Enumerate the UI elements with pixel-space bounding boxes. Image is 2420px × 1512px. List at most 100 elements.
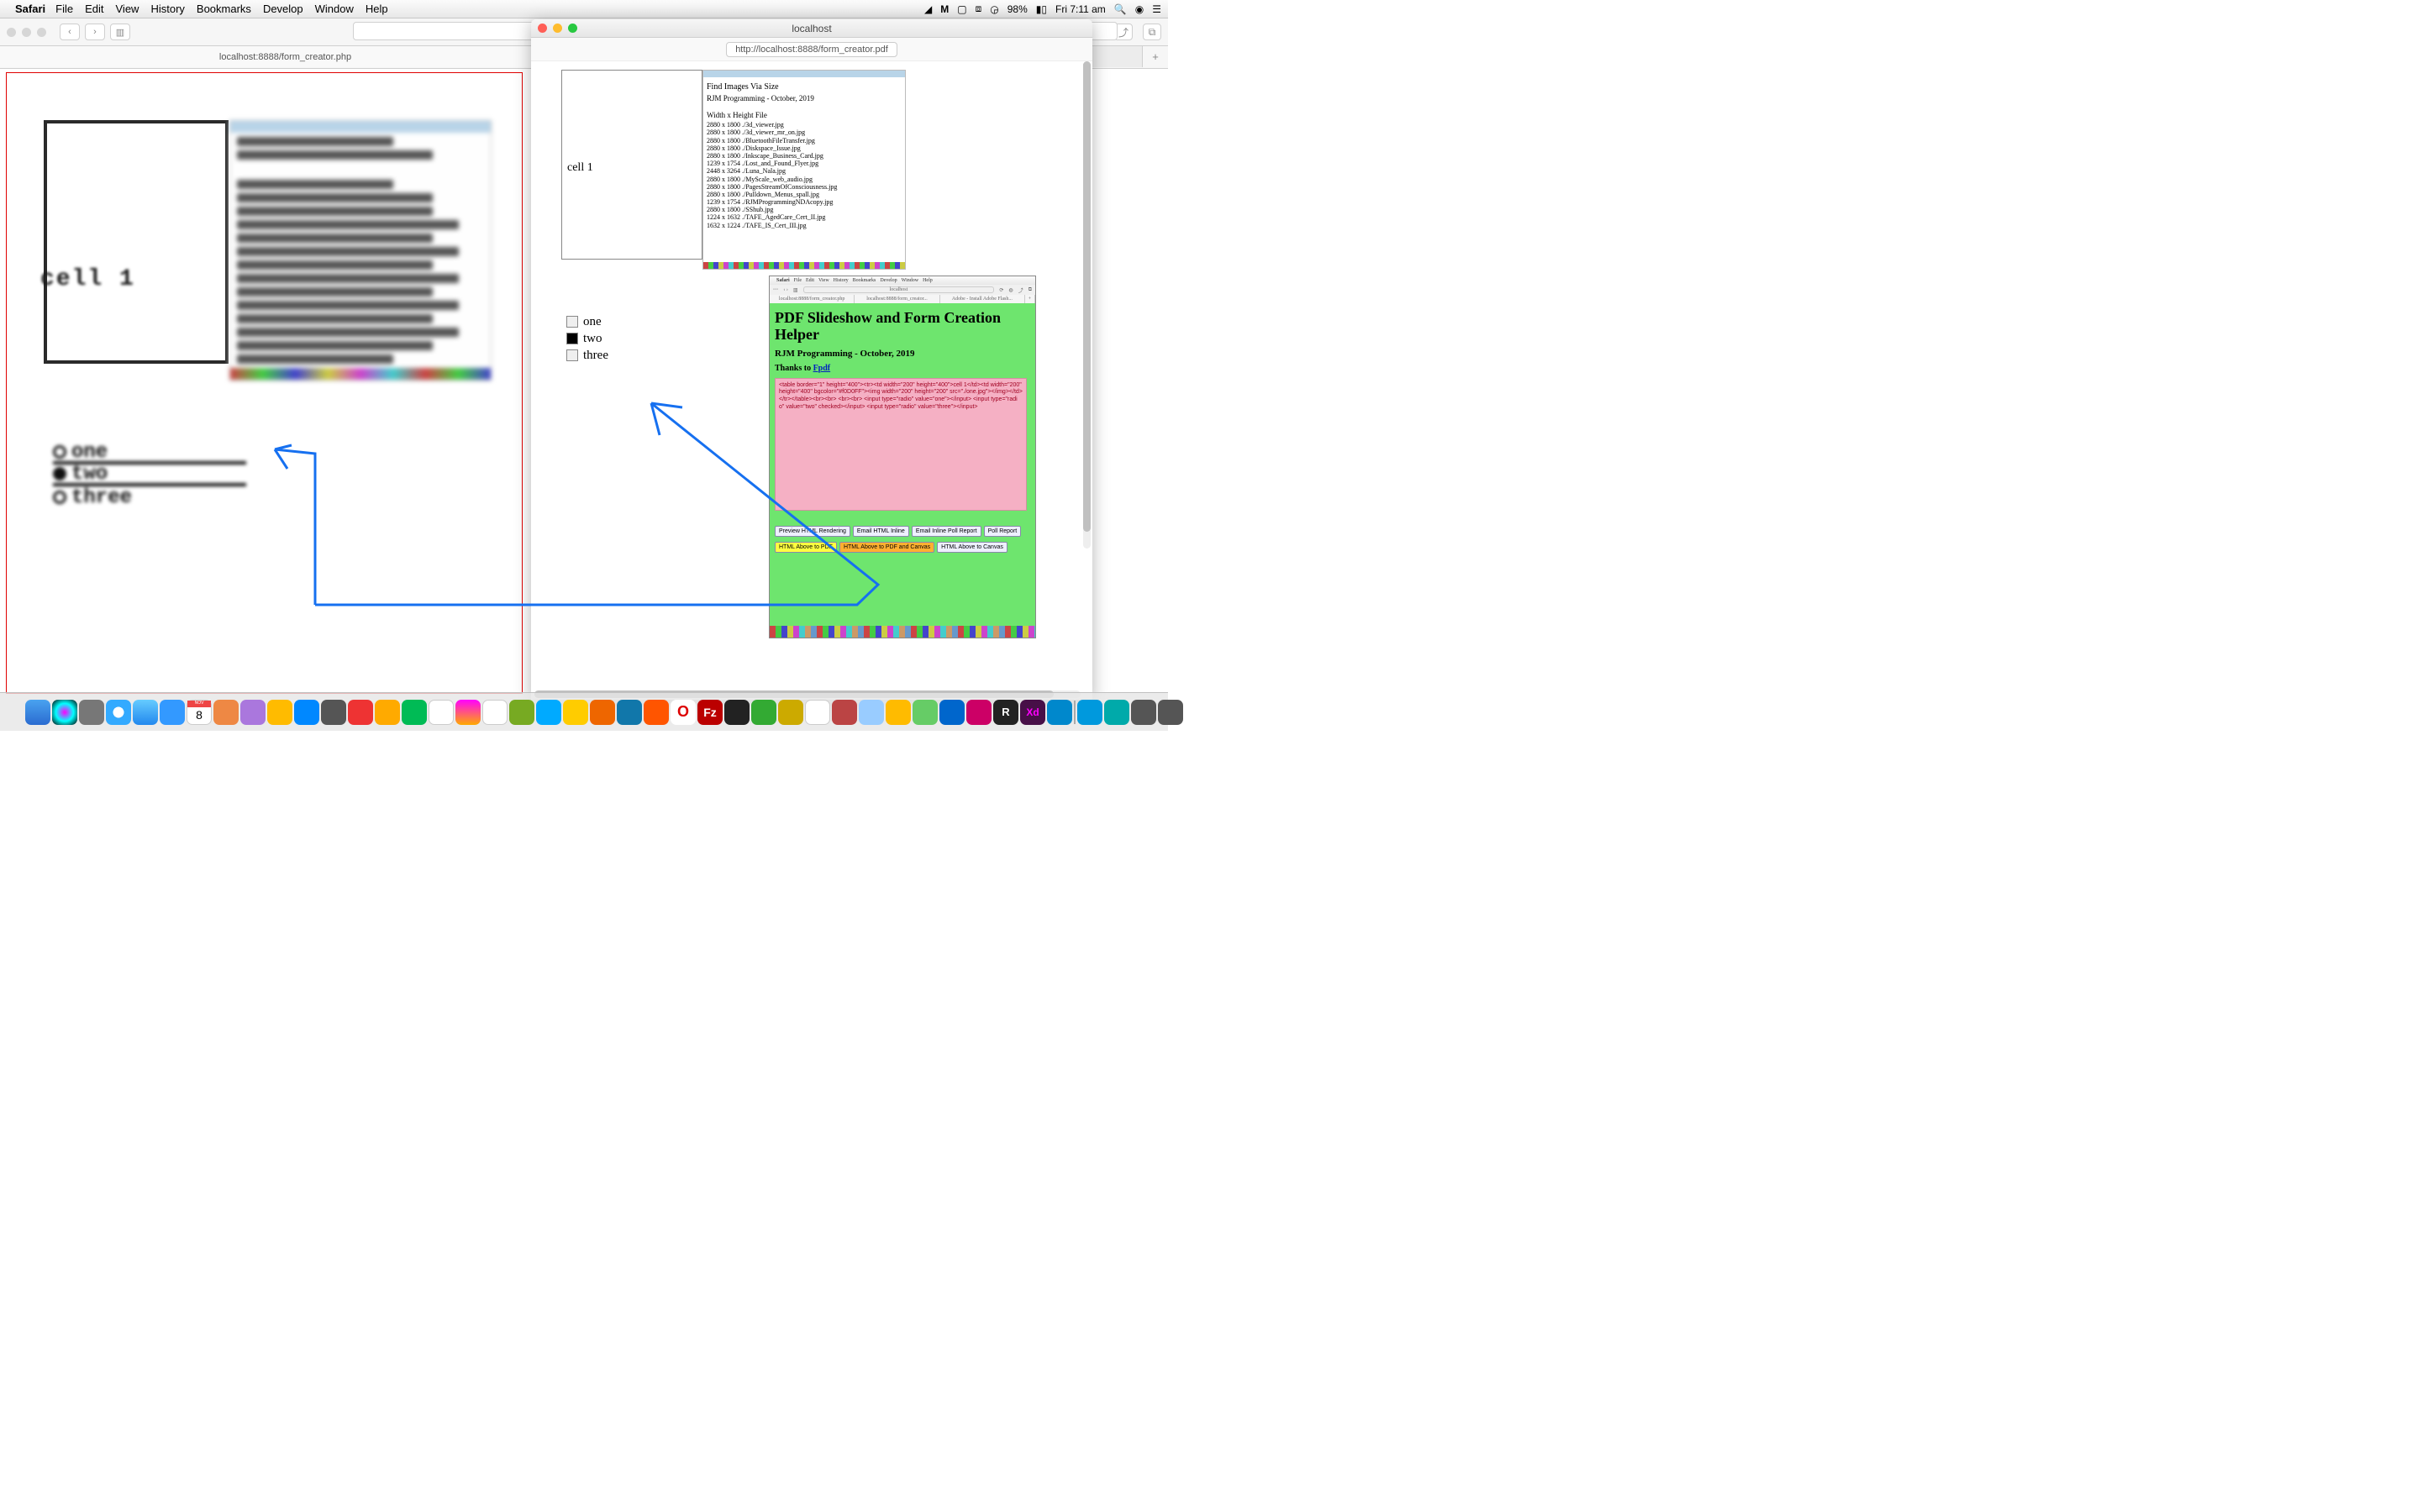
- inner-code-textarea[interactable]: <table border="1" height="400"><tr><td w…: [775, 378, 1027, 511]
- pdf-radio-three[interactable]: three: [566, 347, 608, 364]
- close-dim-icon[interactable]: [7, 28, 16, 37]
- fpdf-link[interactable]: Fpdf: [813, 364, 831, 373]
- dock-filezilla-icon[interactable]: Fz: [697, 700, 723, 725]
- inner-tab-add[interactable]: +: [1025, 295, 1035, 303]
- clock[interactable]: Fri 7:11 am: [1055, 3, 1106, 15]
- dock-generic-icon[interactable]: [375, 700, 400, 725]
- popup-address[interactable]: http://localhost:8888/form_creator.pdf: [726, 42, 897, 57]
- dock-generic-icon[interactable]: R: [993, 700, 1018, 725]
- dock-generic-icon[interactable]: [1131, 700, 1156, 725]
- dock-generic-icon[interactable]: [267, 700, 292, 725]
- pdf-radio-group: one two three: [566, 313, 608, 364]
- menu-develop[interactable]: Develop: [263, 3, 303, 15]
- dock-generic-icon[interactable]: [913, 700, 938, 725]
- battery-text: 98%: [1007, 3, 1028, 15]
- dock-generic-icon[interactable]: [536, 700, 561, 725]
- preview-html-button[interactable]: Preview HTML Rendering: [775, 526, 850, 537]
- dock-separator: [1074, 701, 1076, 724]
- dock-generic-icon[interactable]: [509, 700, 534, 725]
- dock-generic-icon[interactable]: [617, 700, 642, 725]
- dock-generic-icon[interactable]: [886, 700, 911, 725]
- dock-trash-icon[interactable]: [1158, 700, 1183, 725]
- dock-itunes-icon[interactable]: [455, 700, 481, 725]
- dock-messages-icon[interactable]: [160, 700, 185, 725]
- dock-generic-icon[interactable]: [1077, 700, 1102, 725]
- menu-history[interactable]: History: [150, 3, 184, 15]
- dock-generic-icon[interactable]: [832, 700, 857, 725]
- dock-generic-icon[interactable]: [240, 700, 266, 725]
- dock-generic-icon[interactable]: [402, 700, 427, 725]
- dock-generic-icon[interactable]: [1104, 700, 1129, 725]
- dock-generic-icon[interactable]: [213, 700, 239, 725]
- dock-calendar-icon[interactable]: NOV 8: [187, 700, 212, 725]
- email-html-inline-button[interactable]: Email HTML Inline: [853, 526, 909, 537]
- pdf-radio-one[interactable]: one: [566, 313, 608, 330]
- dock-generic-icon[interactable]: [644, 700, 669, 725]
- dock-generic-icon[interactable]: [482, 700, 508, 725]
- menu-bookmarks[interactable]: Bookmarks: [197, 3, 251, 15]
- spotlight-icon[interactable]: 🔍: [1114, 3, 1127, 15]
- inner-thanks: Thanks to Fpdf: [775, 364, 1030, 373]
- dock-generic-icon[interactable]: [966, 700, 992, 725]
- back-button[interactable]: ‹: [60, 24, 80, 40]
- sidebar-button[interactable]: ▥: [110, 24, 130, 40]
- inner-sub: RJM Programming - October, 2019: [775, 349, 1030, 359]
- dock-generic-icon[interactable]: [778, 700, 803, 725]
- avast-icon[interactable]: ◢: [924, 3, 932, 15]
- popup-titlebar[interactable]: localhost: [531, 19, 1092, 38]
- html-to-pdf-and-canvas-button[interactable]: HTML Above to PDF and Canvas: [839, 542, 934, 553]
- dock-safari-icon[interactable]: [106, 700, 131, 725]
- inner-menubar: Safari File Edit View History Bookmarks …: [770, 276, 1035, 285]
- html-to-canvas-button[interactable]: HTML Above to Canvas: [937, 542, 1007, 553]
- dock-generic-icon[interactable]: [429, 700, 454, 725]
- email-poll-report-button[interactable]: Email Inline Poll Report: [912, 526, 981, 537]
- html-to-pdf-button[interactable]: HTML Above to PDF: [775, 542, 837, 553]
- tab-form-creator-php[interactable]: localhost:8888/form_creator.php: [0, 46, 571, 67]
- tabs-button[interactable]: ⧉: [1143, 24, 1161, 40]
- bluetooth-icon[interactable]: ⧈: [976, 3, 982, 15]
- m-icon[interactable]: M: [940, 3, 949, 15]
- inner-tab-1[interactable]: localhost:8888/form_creator.php: [770, 295, 855, 303]
- menu-edit[interactable]: Edit: [85, 3, 103, 15]
- siri-menubar-icon[interactable]: ◉: [1135, 3, 1144, 15]
- dock-appstore-icon[interactable]: [294, 700, 319, 725]
- inner-heading: PDF Slideshow and Form Creation Helper: [775, 310, 1030, 344]
- menu-file[interactable]: File: [55, 3, 73, 15]
- dock-finder-icon[interactable]: [25, 700, 50, 725]
- dock-launchpad-icon[interactable]: [79, 700, 104, 725]
- inner-button-row-2: HTML Above to PDF HTML Above to PDF and …: [775, 542, 1030, 553]
- dock-generic-icon[interactable]: [751, 700, 776, 725]
- pdf-radio-two[interactable]: two: [566, 330, 608, 347]
- menubar-app[interactable]: Safari: [15, 3, 45, 15]
- airplay-icon[interactable]: ▢: [957, 3, 966, 15]
- new-tab-button[interactable]: +: [1143, 46, 1168, 67]
- inner-tab-2[interactable]: localhost:8888/form_creator...: [855, 295, 939, 303]
- inner-address[interactable]: localhost: [803, 286, 995, 293]
- minimize-dim-icon[interactable]: [22, 28, 31, 37]
- pdf-viewer-window: localhost http://localhost:8888/form_cre…: [531, 19, 1092, 700]
- dock-mail-icon[interactable]: [133, 700, 158, 725]
- inner-tab-3[interactable]: Adobe - Install Adobe Flash...: [940, 295, 1025, 303]
- wifi-icon[interactable]: ◶: [990, 3, 998, 15]
- zoom-dim-icon[interactable]: [37, 28, 46, 37]
- dock-settings-icon[interactable]: [321, 700, 346, 725]
- dock-generic-icon[interactable]: [724, 700, 750, 725]
- dock-generic-icon[interactable]: [590, 700, 615, 725]
- dock-generic-icon[interactable]: [563, 700, 588, 725]
- menu-view[interactable]: View: [116, 3, 139, 15]
- blur-cell-label: cell 1: [40, 266, 135, 292]
- dock-siri-icon[interactable]: [52, 700, 77, 725]
- forward-button[interactable]: ›: [85, 24, 105, 40]
- dock-generic-icon[interactable]: [348, 700, 373, 725]
- notification-center-icon[interactable]: ☰: [1152, 3, 1161, 15]
- dock-generic-icon[interactable]: [859, 700, 884, 725]
- scrollbar-vertical[interactable]: [1083, 61, 1091, 549]
- dock-opera-icon[interactable]: O: [671, 700, 696, 725]
- dock-generic-icon[interactable]: [805, 700, 830, 725]
- menu-window[interactable]: Window: [315, 3, 354, 15]
- dock-generic-icon[interactable]: [1047, 700, 1072, 725]
- poll-report-button[interactable]: Poll Report: [984, 526, 1022, 537]
- dock-generic-icon[interactable]: [939, 700, 965, 725]
- dock-xd-icon[interactable]: Xd: [1020, 700, 1045, 725]
- menu-help[interactable]: Help: [366, 3, 388, 15]
